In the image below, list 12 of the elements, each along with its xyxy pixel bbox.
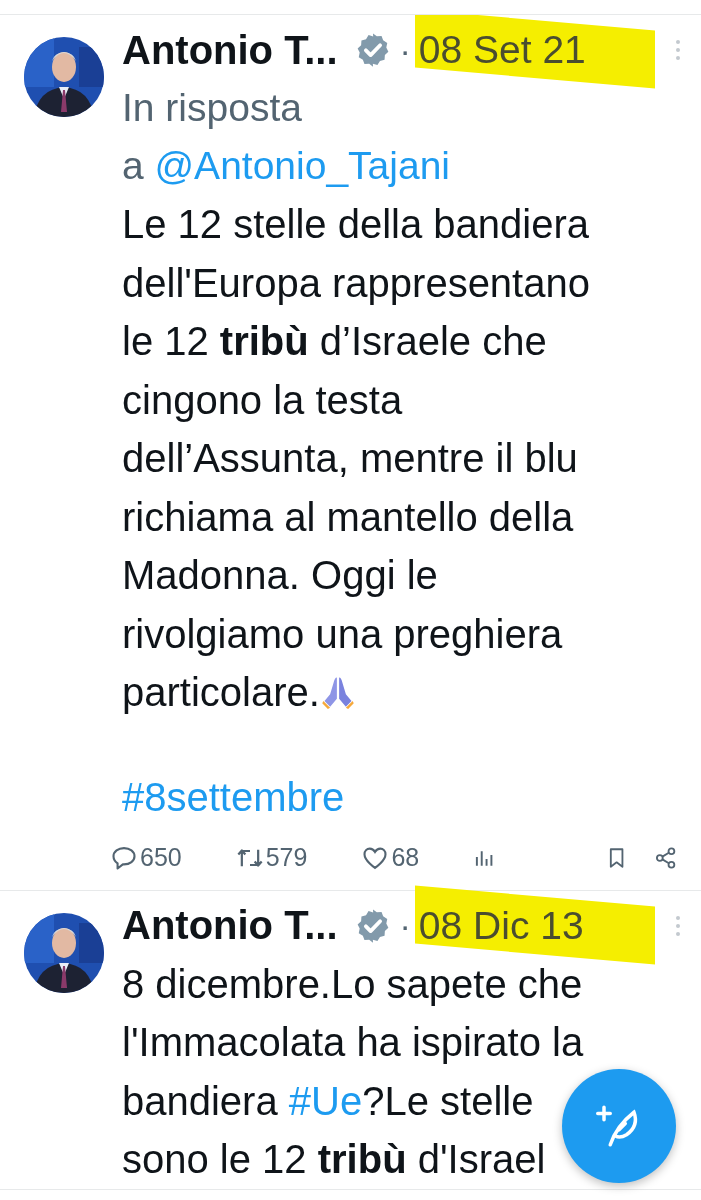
retweet-button[interactable]: 579 xyxy=(235,843,308,872)
tweet-date[interactable]: 08 Dic 13 xyxy=(418,903,584,948)
separator-dot: · xyxy=(399,30,411,70)
reply-button[interactable]: 650 xyxy=(110,843,182,872)
tweet-date[interactable]: 08 Set 21 xyxy=(418,28,586,72)
like-button[interactable]: 68 xyxy=(361,843,420,872)
compose-button[interactable] xyxy=(562,1069,676,1183)
author-name[interactable]: Antonio T... xyxy=(122,903,338,948)
author-name[interactable]: Antonio T... xyxy=(122,27,338,73)
reply-context: In risposta a @Antonio_Tajani xyxy=(122,85,451,189)
tweet-text: Le 12 stelle della bandiera dell'Europa rappresentano le 12 tribù d’Israele che cingono la testa dell’Assunta, mentre il blu richiama al mantello della Madonna. Oggi le rivolgiamo una preghiera particolare. xyxy=(122,201,591,716)
separator-dot: · xyxy=(399,906,411,945)
